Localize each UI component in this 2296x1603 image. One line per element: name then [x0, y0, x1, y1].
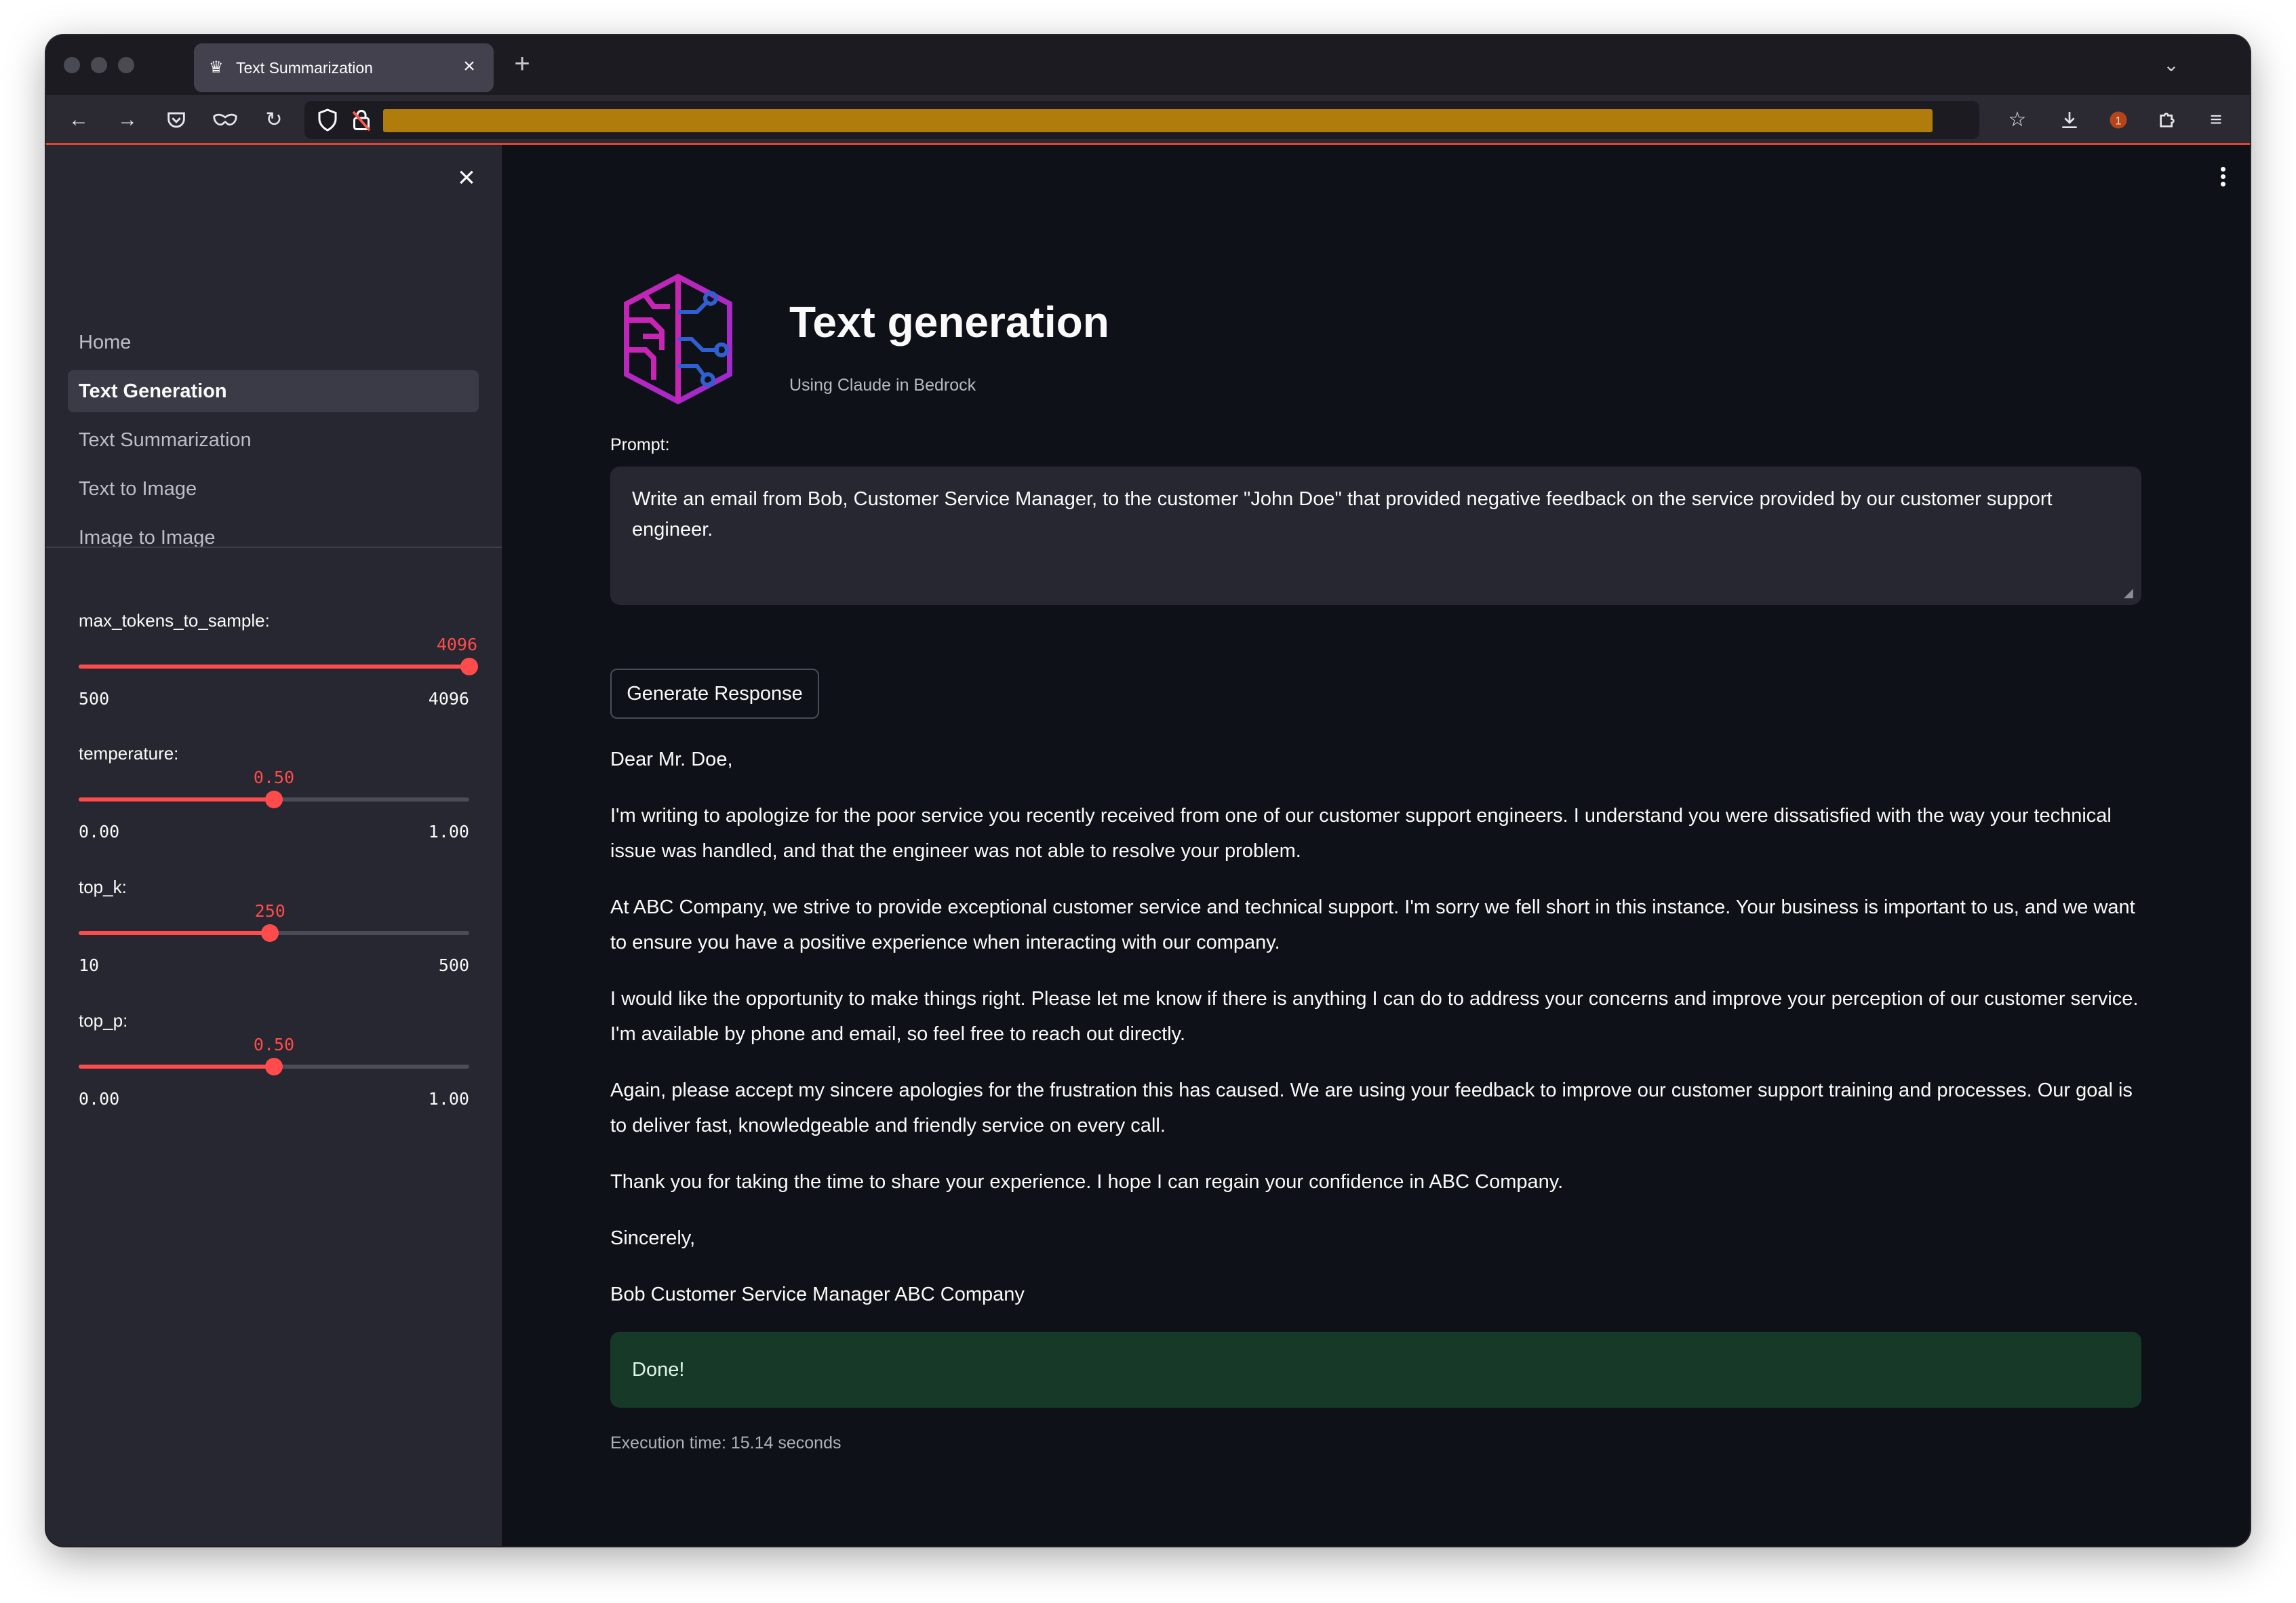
sidebar-item-image-to-image[interactable]: Image to Image [68, 517, 479, 559]
response-paragraph: Dear Mr. Doe, [610, 749, 733, 770]
hamburger-menu-icon[interactable]: ≡ [2202, 106, 2230, 134]
success-alert: Done! [610, 1332, 2141, 1408]
sidebar-item-text-generation[interactable]: Text Generation [68, 370, 479, 412]
execution-time: Execution time: 15.14 seconds [610, 1433, 842, 1452]
url-bar[interactable] [304, 101, 1979, 139]
url-redacted [383, 109, 1933, 132]
slider-min: 0.00 [79, 1089, 120, 1109]
slider-track[interactable] [79, 791, 469, 808]
resize-grip-icon[interactable]: ◢ [2124, 586, 2139, 601]
slider-fill [79, 931, 271, 935]
sidebar: × Home Text Generation Text Summarizatio… [46, 145, 502, 1546]
slider-top-k: top_k: 250 10 500 [79, 877, 472, 992]
slider-min: 500 [79, 689, 110, 709]
response-paragraph: At ABC Company, we strive to provide exc… [610, 896, 2135, 953]
prompt-label: Prompt: [610, 435, 670, 454]
main-content: Text generation Using Claude in Bedrock … [502, 145, 2250, 1546]
slider-value: 0.50 [253, 768, 295, 787]
new-tab-button[interactable]: + [507, 50, 537, 80]
slider-max: 1.00 [428, 1089, 469, 1109]
slider-fill [79, 665, 469, 669]
sidebar-item-home[interactable]: Home [68, 321, 479, 363]
slider-max: 1.00 [428, 822, 469, 842]
slider-thumb[interactable] [265, 1058, 283, 1075]
bedrock-brain-icon [624, 273, 732, 405]
slider-value: 4096 [436, 635, 478, 654]
svg-text:1: 1 [2115, 115, 2121, 127]
response-paragraph: Again, please accept my sincere apologie… [610, 1080, 2133, 1136]
download-icon[interactable] [2056, 106, 2083, 134]
tab-strip: ♛ Text Summarization × + ⌄ [46, 35, 2250, 95]
kebab-menu-icon[interactable] [2219, 167, 2227, 191]
pocket-icon[interactable] [163, 106, 190, 134]
response-paragraph: I would like the opportunity to make thi… [610, 988, 2139, 1045]
puzzle-extensions-icon[interactable] [2154, 106, 2181, 134]
slider-max: 500 [438, 955, 469, 975]
slider-min: 10 [79, 955, 100, 975]
generate-response-button[interactable]: Generate Response [610, 669, 819, 719]
lock-icon[interactable] [349, 108, 374, 132]
slider-thumb[interactable] [265, 791, 283, 808]
slider-thumb[interactable] [460, 658, 478, 675]
sidebar-divider [46, 547, 502, 548]
slider-label: temperature: [79, 743, 179, 764]
bookmark-star-icon[interactable]: ☆ [2004, 106, 2031, 134]
slider-label: max_tokens_to_sample: [79, 610, 270, 631]
slider-thumb[interactable] [261, 924, 279, 942]
tab-title: Text Summarization [236, 59, 373, 77]
streamlit-app: × Home Text Generation Text Summarizatio… [46, 145, 2250, 1546]
reload-icon[interactable]: ↻ [260, 106, 288, 134]
chevron-down-icon[interactable]: ⌄ [2158, 52, 2185, 79]
slider-track[interactable] [79, 1058, 469, 1075]
sidebar-item-text-summarization[interactable]: Text Summarization [68, 419, 479, 461]
slider-track[interactable] [79, 924, 469, 942]
slider-value: 0.50 [253, 1035, 295, 1054]
page-subtitle: Using Claude in Bedrock [789, 376, 976, 395]
sidebar-item-text-to-image[interactable]: Text to Image [68, 468, 479, 510]
window-zoom-dot[interactable] [118, 57, 134, 73]
slider-temperature: temperature: 0.50 0.00 1.00 [79, 743, 472, 858]
slider-min: 0.00 [79, 822, 120, 842]
extension-badge-icon[interactable]: 1 [2105, 106, 2132, 134]
tab-close-icon[interactable]: × [457, 54, 481, 79]
nav-toolbar: ← → ↻ ☆ 1 ≡ [46, 95, 2250, 145]
slider-max: 4096 [428, 689, 469, 709]
slider-label: top_k: [79, 877, 127, 897]
sidebar-close-icon[interactable]: × [452, 163, 481, 193]
slider-value: 250 [254, 901, 285, 921]
browser-window: ♛ Text Summarization × + ⌄ ← → ↻ ☆ 1 ≡ ×… [46, 35, 2250, 1546]
slider-fill [79, 797, 274, 802]
response-paragraph: Sincerely, [610, 1227, 696, 1249]
streamlit-crown-icon: ♛ [209, 58, 224, 77]
slider-max-tokens: max_tokens_to_sample: 4096 500 4096 [79, 610, 478, 726]
slider-top-p: top_p: 0.50 0.00 1.00 [79, 1010, 472, 1126]
response-paragraph: I'm writing to apologize for the poor se… [610, 805, 2112, 862]
slider-fill [79, 1065, 274, 1069]
response-paragraph: Thank you for taking the time to share y… [610, 1171, 1564, 1193]
prompt-textarea[interactable]: Write an email from Bob, Customer Servic… [610, 467, 2141, 605]
response-output: Dear Mr. Doe, I'm writing to apologize f… [610, 742, 2141, 1333]
slider-track[interactable] [79, 658, 478, 675]
back-arrow-icon[interactable]: ← [65, 106, 92, 134]
forward-arrow-icon[interactable]: → [114, 106, 141, 134]
shield-icon[interactable] [315, 108, 340, 132]
window-minimize-dot[interactable] [91, 57, 107, 73]
private-mask-icon[interactable] [212, 106, 239, 134]
slider-label: top_p: [79, 1010, 128, 1031]
response-paragraph: Bob Customer Service Manager ABC Company [610, 1284, 1025, 1305]
page-title: Text generation [789, 298, 1109, 347]
window-close-dot[interactable] [64, 57, 80, 73]
tab-active[interactable]: ♛ Text Summarization × [194, 43, 494, 92]
